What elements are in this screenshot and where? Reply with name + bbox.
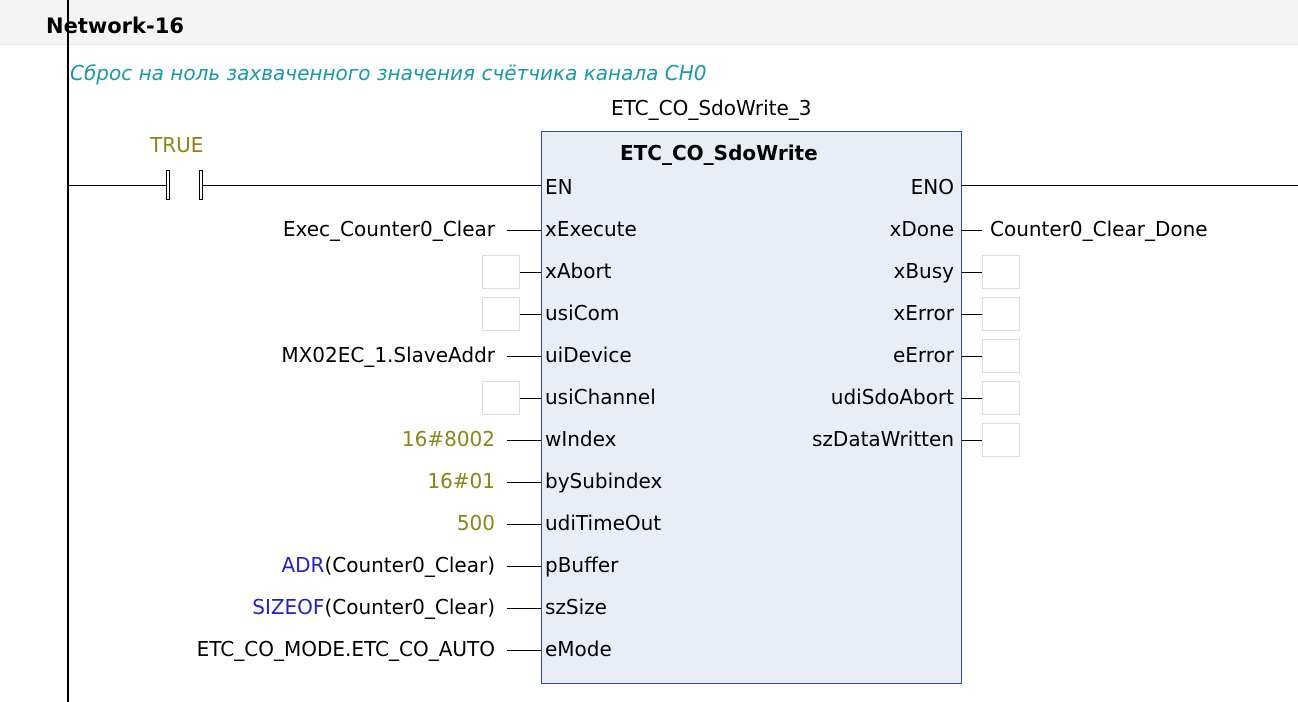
pin-emode[interactable]: eMode xyxy=(545,637,612,661)
adr-function: ADR xyxy=(281,553,325,577)
pin-windex[interactable]: wIndex xyxy=(545,427,616,451)
wire-eerror xyxy=(962,356,982,357)
wire-szsize xyxy=(507,608,541,609)
pin-xabort[interactable]: xAbort xyxy=(545,259,612,283)
wire-xabort xyxy=(520,272,541,273)
wire-emode xyxy=(507,650,541,651)
wire-uidevice xyxy=(507,356,541,357)
empty-output-szdatawritten[interactable] xyxy=(982,423,1020,457)
pin-udisdoabort[interactable]: udiSdoAbort xyxy=(831,385,954,409)
wire-xerror xyxy=(962,314,982,315)
pin-szsize[interactable]: szSize xyxy=(545,595,607,619)
input-var-emode[interactable]: ETC_CO_MODE.ETC_CO_AUTO xyxy=(197,637,495,661)
input-var-uidevice[interactable]: MX02EC_1.SlaveAddr xyxy=(281,343,495,367)
empty-output-xerror[interactable] xyxy=(982,297,1020,331)
sizeof-argument: (Counter0_Clear) xyxy=(324,595,495,619)
wire-xbusy xyxy=(962,272,982,273)
pin-bysubindex[interactable]: bySubindex xyxy=(545,469,662,493)
sizeof-function: SIZEOF xyxy=(252,595,325,619)
pin-szdatawritten[interactable]: szDataWritten xyxy=(812,427,954,451)
left-power-rail xyxy=(67,0,69,702)
wire-udisdoabort xyxy=(962,398,982,399)
wire-usicom xyxy=(520,314,541,315)
pin-xdone[interactable]: xDone xyxy=(890,217,954,241)
output-var-xdone[interactable]: Counter0_Clear_Done xyxy=(990,217,1208,241)
input-var-szsize[interactable]: SIZEOF(Counter0_Clear) xyxy=(252,595,495,619)
pin-xerror[interactable]: xError xyxy=(893,301,954,325)
empty-output-eerror[interactable] xyxy=(982,339,1020,373)
input-var-xexecute[interactable]: Exec_Counter0_Clear xyxy=(283,217,495,241)
pin-usicom[interactable]: usiCom xyxy=(545,301,619,325)
empty-output-udisdoabort[interactable] xyxy=(982,381,1020,415)
network-comment[interactable]: Сброс на ноль захваченного значения счёт… xyxy=(70,61,707,85)
input-var-bysubindex[interactable]: 16#01 xyxy=(427,469,495,493)
pin-xbusy[interactable]: xBusy xyxy=(894,259,955,283)
pin-xexecute[interactable]: xExecute xyxy=(545,217,637,241)
rung-wire-to-en xyxy=(203,185,541,186)
pin-eno[interactable]: ENO xyxy=(911,175,954,199)
pin-uidevice[interactable]: uiDevice xyxy=(545,343,632,367)
rung-wire-left xyxy=(68,185,167,186)
input-var-windex[interactable]: 16#8002 xyxy=(402,427,495,451)
wire-szdatawritten xyxy=(962,440,982,441)
empty-input-xabort[interactable] xyxy=(482,255,520,289)
adr-argument: (Counter0_Clear) xyxy=(324,553,495,577)
pin-pbuffer[interactable]: pBuffer xyxy=(545,553,618,577)
input-var-uditimeout[interactable]: 500 xyxy=(457,511,495,535)
block-type-name: ETC_CO_SdoWrite xyxy=(620,141,818,165)
contact-left-bar[interactable] xyxy=(166,170,170,200)
pin-usichannel[interactable]: usiChannel xyxy=(545,385,656,409)
block-instance-name[interactable]: ETC_CO_SdoWrite_3 xyxy=(611,96,812,120)
wire-pbuffer xyxy=(507,566,541,567)
empty-output-xbusy[interactable] xyxy=(982,255,1020,289)
wire-windex xyxy=(507,440,541,441)
network-header xyxy=(0,0,1298,45)
empty-input-usichannel[interactable] xyxy=(482,381,520,415)
wire-xdone xyxy=(962,230,982,231)
pin-uditimeout[interactable]: udiTimeOut xyxy=(545,511,661,535)
wire-uditimeout xyxy=(507,524,541,525)
pin-en[interactable]: EN xyxy=(545,175,573,199)
wire-usichannel xyxy=(520,398,541,399)
rung-wire-eno xyxy=(962,185,1298,186)
wire-bysubindex xyxy=(507,482,541,483)
empty-input-usicom[interactable] xyxy=(482,297,520,331)
input-var-pbuffer[interactable]: ADR(Counter0_Clear) xyxy=(281,553,495,577)
wire-xexecute xyxy=(507,230,541,231)
pin-eerror[interactable]: eError xyxy=(893,343,954,367)
contact-label[interactable]: TRUE xyxy=(150,133,203,157)
